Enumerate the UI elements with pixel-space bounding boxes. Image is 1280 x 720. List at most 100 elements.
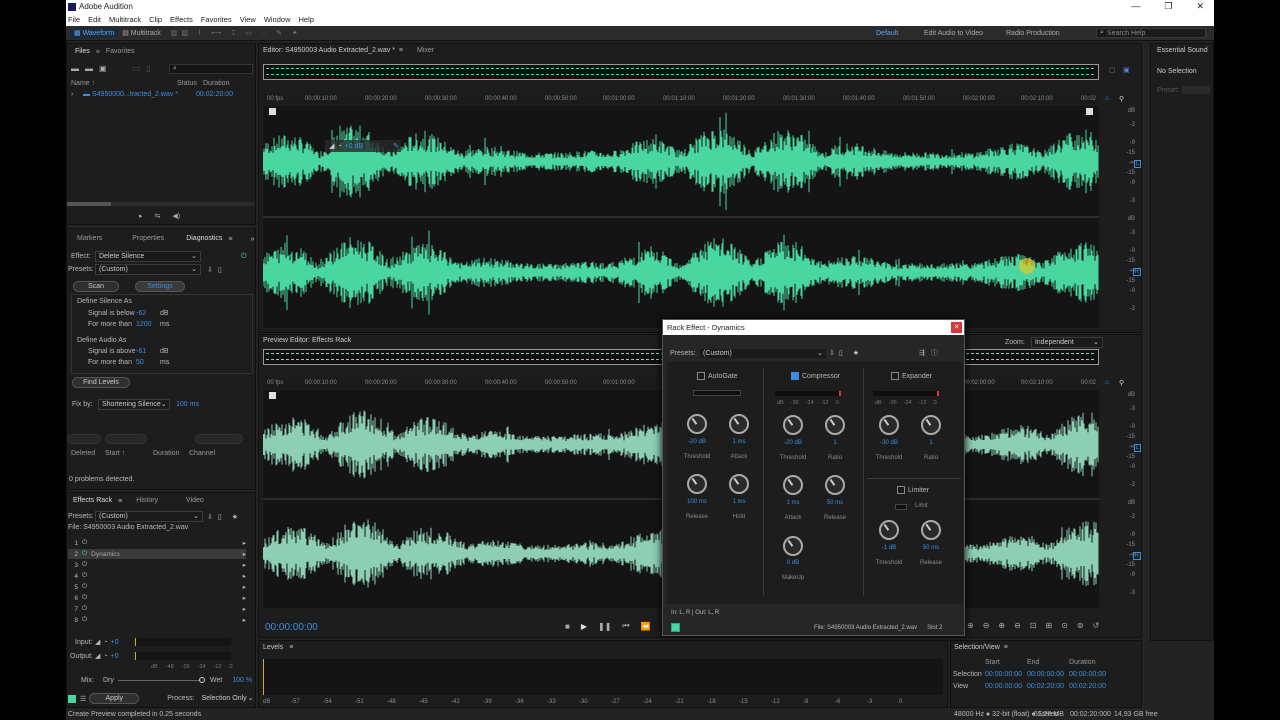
col-channel[interactable]: Channel — [189, 450, 215, 457]
tab-effects-rack[interactable]: Effects Rack — [67, 495, 118, 507]
gate-release-value[interactable]: 100 ms — [677, 499, 717, 505]
delete-preset-icon[interactable]: ▯ — [839, 349, 843, 357]
col-duration[interactable]: Duration — [203, 80, 229, 87]
workspace-default[interactable]: Default — [876, 30, 898, 37]
hud-db-value[interactable]: +0 dB — [345, 143, 364, 150]
close-icon[interactable]: ✕ — [1196, 1, 1204, 12]
pin-icon[interactable]: ✎ — [393, 142, 399, 150]
gate-attack-knob[interactable] — [729, 414, 749, 434]
dialog-close-icon[interactable]: ✕ — [951, 322, 962, 333]
limiter-checkbox[interactable] — [897, 486, 905, 494]
presets-dropdown[interactable]: (Custom) ⌄ — [95, 264, 201, 275]
multitrack-view-button[interactable]: ▤ Multitrack — [122, 29, 161, 37]
col-deleted[interactable]: Deleted — [71, 450, 105, 457]
channel-r-label[interactable]: R — [1132, 552, 1141, 560]
comp-threshold-value[interactable]: -20 dB — [773, 440, 813, 446]
delete-preset-icon[interactable]: ▯ — [218, 266, 222, 274]
exp-threshold-value[interactable]: -30 dB — [869, 440, 909, 446]
pin-icon[interactable]: ⚲ — [1119, 95, 1124, 103]
tab-properties[interactable]: Properties — [126, 233, 170, 245]
menu-file[interactable]: File — [68, 15, 80, 24]
selection-end[interactable]: 00:00:00:00 — [1027, 671, 1069, 678]
list-icon[interactable]: ☰ — [80, 695, 86, 703]
expander-checkbox[interactable] — [891, 372, 899, 380]
zoom-in-time-icon[interactable]: ⊕ — [998, 621, 1005, 630]
more-than-value[interactable]: 1200 — [136, 321, 160, 328]
channel-r-label[interactable]: R — [1132, 268, 1141, 276]
lim-threshold-value[interactable]: -1 dB — [869, 545, 909, 551]
repair-all-button[interactable] — [105, 434, 147, 444]
waveform-area[interactable]: ◢ ◔ +0 dB ✎ — [262, 106, 1099, 328]
output-knob-icon[interactable]: ◔ — [103, 653, 107, 660]
tab-video[interactable]: Video — [180, 495, 210, 507]
menu-window[interactable]: Window — [264, 15, 291, 24]
rack-slot[interactable]: 8 ⏻ ▸ — [68, 615, 246, 625]
tab-history[interactable]: History — [130, 495, 164, 507]
save-preset-icon[interactable]: ⇩ — [207, 266, 213, 274]
col-status[interactable]: Status — [177, 80, 203, 87]
comp-ratio-value[interactable]: 1 — [815, 440, 855, 446]
loop-icon[interactable]: ⇆ — [155, 212, 161, 220]
hud-volume[interactable]: ◢ ◔ +0 dB ✎ — [325, 140, 401, 152]
exp-ratio-value[interactable]: 1 — [911, 440, 951, 446]
power-icon[interactable]: ⏻ — [82, 616, 87, 624]
fade-in-handle-icon[interactable] — [269, 392, 276, 399]
apply-button[interactable]: Apply — [89, 693, 140, 704]
find-levels-button[interactable]: Find Levels — [72, 377, 130, 388]
col-duration[interactable]: Duration — [153, 450, 189, 457]
save-preset-icon[interactable]: ⇩ — [829, 349, 835, 357]
comp-attack-knob[interactable] — [783, 475, 803, 495]
menu-favorites[interactable]: Favorites — [201, 15, 232, 24]
rack-presets-dropdown[interactable]: (Custom) ⌄ — [95, 511, 203, 522]
zoom-full-icon[interactable]: ⊡ — [1030, 621, 1037, 630]
slot-arrow-icon[interactable]: ▸ — [243, 605, 246, 613]
comp-threshold-knob[interactable] — [783, 415, 803, 435]
above-value[interactable]: -61 — [136, 348, 160, 355]
lim-release-knob[interactable] — [921, 520, 941, 540]
go-to-start-icon[interactable]: ⏮ — [622, 621, 629, 631]
process-dropdown[interactable]: Selection Only ⌄ — [199, 694, 257, 703]
view-end[interactable]: 00:02:20:00 — [1027, 683, 1069, 690]
channel-l-label[interactable]: L — [1133, 160, 1141, 168]
star-icon[interactable]: ★ — [232, 513, 238, 521]
input-value[interactable]: +0 — [111, 639, 119, 646]
wet-value[interactable]: 100 % — [232, 677, 252, 684]
col-name[interactable]: Name ↑ — [71, 80, 177, 87]
col-start[interactable]: Start ↑ — [105, 450, 153, 457]
comp-ratio-knob[interactable] — [825, 415, 845, 435]
comp-makeup-value[interactable]: 0 dB — [773, 560, 813, 566]
rack-slot[interactable]: 7 ⏻ ▸ — [68, 604, 246, 614]
power-toggle[interactable] — [68, 694, 76, 703]
dialog-presets-dropdown[interactable]: (Custom) ⌄ — [700, 348, 826, 358]
effect-dropdown[interactable]: Delete Silence ⌄ — [95, 251, 201, 262]
view-duration[interactable]: 00:02:20:00 — [1069, 683, 1106, 690]
zoom-in-amplitude-icon[interactable]: ⊕ — [967, 621, 974, 630]
panel-menu-icon[interactable]: ≡ — [399, 47, 403, 54]
rewind-icon[interactable]: ⏪ — [641, 622, 651, 631]
stop-icon[interactable]: ■ — [565, 622, 570, 631]
zoom-fit-icon[interactable]: ▢ — [1109, 66, 1116, 74]
power-icon[interactable]: ⏻ — [82, 572, 87, 580]
scan-button[interactable]: Scan — [73, 281, 119, 292]
fix-ms-value[interactable]: 100 ms — [176, 401, 199, 408]
search-input[interactable]: Search Help — [1107, 30, 1146, 37]
rack-slot[interactable]: 4 ⏻ ▸ — [68, 571, 246, 581]
exp-threshold-knob[interactable] — [879, 415, 899, 435]
repair-button[interactable] — [67, 434, 101, 444]
zoom-out-point-icon[interactable]: ⊚ — [1077, 621, 1084, 630]
files-search[interactable]: ⌕ — [169, 64, 253, 74]
menu-multitrack[interactable]: Multitrack — [109, 15, 141, 24]
star-icon[interactable]: ★ — [853, 349, 859, 357]
settings-button[interactable]: Settings — [135, 281, 185, 292]
gate-hold-value[interactable]: 1 ms — [719, 499, 759, 505]
info-icon[interactable]: ⓘ — [931, 348, 938, 358]
below-value[interactable]: -62 — [136, 310, 160, 317]
menu-effects[interactable]: Effects — [170, 15, 193, 24]
panel-menu-icon[interactable]: ≡ — [228, 236, 232, 243]
route-icon[interactable]: ⇶ — [919, 349, 925, 357]
gate-release-knob[interactable] — [687, 474, 707, 494]
menu-help[interactable]: Help — [299, 15, 314, 24]
tab-markers[interactable]: Markers — [71, 233, 108, 245]
overview-bar[interactable] — [263, 64, 1099, 80]
zoom-selection-icon[interactable]: ⊞ — [1046, 621, 1053, 630]
